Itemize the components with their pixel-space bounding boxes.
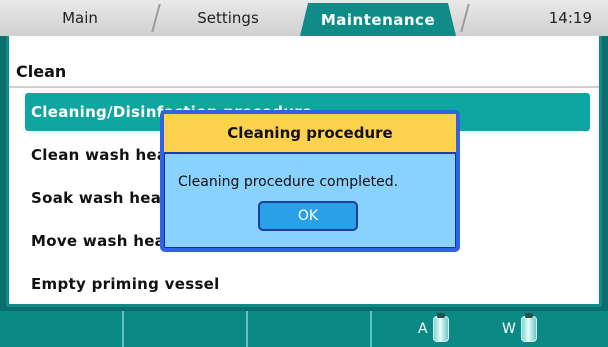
ok-button[interactable]: OK [258, 201, 358, 231]
tab-settings[interactable]: Settings [158, 0, 298, 36]
bottle-icon [520, 313, 537, 342]
tab-separator [460, 4, 470, 32]
bottle-w-label: W [502, 321, 516, 337]
dialog-message: Cleaning procedure completed. [178, 174, 399, 190]
softkey-3[interactable] [248, 311, 372, 347]
softkey-2[interactable] [124, 311, 248, 347]
section-title: Clean [16, 62, 67, 81]
bottle-icon [432, 313, 449, 342]
cleaning-procedure-dialog: Cleaning procedure Cleaning procedure co… [160, 110, 460, 252]
divider [9, 86, 599, 88]
softkey-1[interactable] [0, 311, 124, 347]
bottle-a-label: A [418, 321, 428, 337]
menu-item-empty-priming-vessel[interactable]: Empty priming vessel [25, 265, 590, 303]
dialog-title: Cleaning procedure [164, 114, 456, 154]
tab-main[interactable]: Main [10, 0, 150, 36]
bottle-a: A [418, 313, 449, 345]
bottom-bar: A W [0, 311, 608, 347]
bottle-w: W [502, 313, 537, 345]
tab-maintenance[interactable]: Maintenance [300, 3, 456, 36]
clock: 14:19 [548, 9, 592, 27]
tab-bar: Main Settings Maintenance 14:19 [0, 0, 608, 36]
